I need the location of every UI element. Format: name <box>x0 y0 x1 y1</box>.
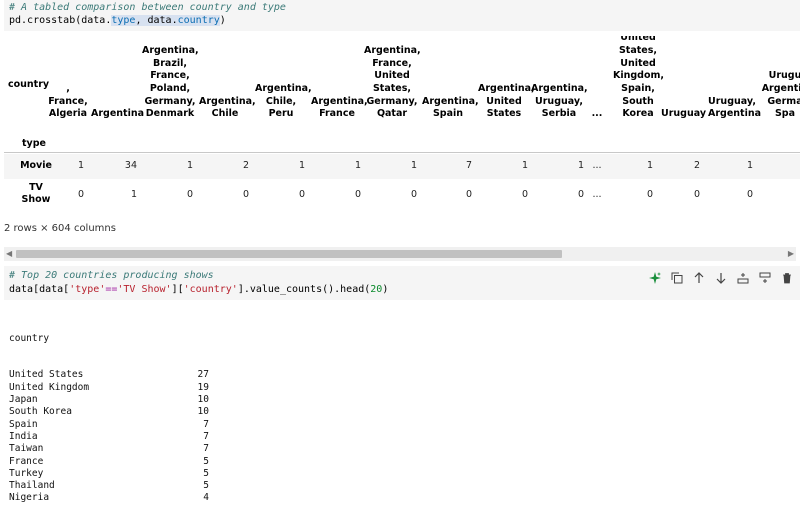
table-cell: 0 <box>242 189 249 200</box>
column-header: Argentina, Spain <box>422 95 479 120</box>
table-cell: 0 <box>77 189 84 200</box>
column-header: Uruguay, Argentina <box>708 95 762 120</box>
list-item: Turkey 5 <box>9 468 209 480</box>
list-item: India 7 <box>9 431 209 443</box>
country-count: 5 <box>203 480 209 492</box>
code-line[interactable]: pd.crosstab(data.type, data.country) <box>9 15 226 27</box>
country-count: 4 <box>203 492 209 504</box>
code-cell-top-countries[interactable]: # Top 20 countries producing shows data[… <box>4 266 800 300</box>
country-count: 5 <box>203 455 209 467</box>
index-name-label: type <box>22 138 46 149</box>
code-cell-crosstab[interactable]: # A tabled comparison between country an… <box>4 0 800 31</box>
table-cell: 0 <box>521 189 528 200</box>
table-cell: 7 <box>465 160 472 171</box>
table-cell: 0 <box>746 189 753 200</box>
column-header: Argentina, Chile <box>199 95 256 120</box>
table-shape-note: 2 rows × 604 columns <box>4 223 116 234</box>
country-name: South Korea <box>9 406 72 418</box>
list-item: United States 27 <box>9 369 209 381</box>
table-cell: 1 <box>186 160 193 171</box>
table-cell: 2 <box>693 160 700 171</box>
column-header: , France, Algeria <box>48 82 88 120</box>
table-cell: 2 <box>242 160 249 171</box>
country-count: 7 <box>203 418 209 430</box>
column-header: Argentina, Uruguay, Serbia <box>531 82 588 120</box>
column-header: Argentina, Chile, Peru <box>255 82 312 120</box>
scrollbar-thumb[interactable] <box>16 250 562 258</box>
scroll-right-icon[interactable]: ▶ <box>788 249 794 259</box>
scroll-left-icon[interactable]: ◀ <box>6 249 12 259</box>
country-name: France <box>9 455 44 467</box>
arrow-up-icon[interactable] <box>691 271 706 286</box>
country-name: Spain <box>9 418 38 430</box>
output-header-row: country <box>9 332 50 344</box>
table-cell: 0 <box>186 189 193 200</box>
table-cell: ... <box>592 160 602 171</box>
column-header: Argentina, Brazil, France, Poland, Germa… <box>142 44 199 120</box>
table-cell: 1 <box>410 160 417 171</box>
table-cell: 1 <box>298 160 305 171</box>
list-item: Spain 7 <box>9 419 209 431</box>
table-cell: 1 <box>77 160 84 171</box>
table-cell: 1 <box>646 160 653 171</box>
columns-name-label: country <box>8 79 50 90</box>
country-name: Thailand <box>9 480 55 492</box>
table-cell: 0 <box>693 189 700 200</box>
table-cell: ... <box>592 189 602 200</box>
table-cell: 0 <box>354 189 361 200</box>
list-item: Nigeria 4 <box>9 492 209 504</box>
column-header: Argentina, United States <box>478 82 535 120</box>
list-item: Japan 10 <box>9 394 209 406</box>
country-count: 10 <box>197 394 209 406</box>
list-item: Taiwan 7 <box>9 443 209 455</box>
column-header: Urugu Argentin Germa Spa <box>761 70 800 120</box>
column-header: Argentina, France, United States, German… <box>364 44 421 120</box>
country-count: 27 <box>197 369 209 381</box>
value-counts-output: country United States 27 United Kingdom 19 J… <box>9 308 209 517</box>
country-name: Taiwan <box>9 443 44 455</box>
header-divider <box>4 152 800 153</box>
horizontal-scrollbar[interactable]: ◀ ▶ <box>4 247 796 261</box>
list-item: South Korea 10 <box>9 406 209 418</box>
column-header: Argentina <box>91 108 145 120</box>
column-header: Argentina, France <box>311 95 368 120</box>
country-count: 19 <box>197 381 209 393</box>
table-cell: 0 <box>646 189 653 200</box>
list-item: United Kingdom 19 <box>9 382 209 394</box>
code-line[interactable]: data[data['type'=='TV Show']['country'].… <box>9 284 388 296</box>
code-comment: # Top 20 countries producing shows <box>9 270 214 281</box>
country-count: 7 <box>203 443 209 455</box>
country-name: United Kingdom <box>9 381 90 393</box>
column-header: ... <box>591 108 603 120</box>
country-name: India <box>9 430 38 442</box>
table-cell: 1 <box>130 189 137 200</box>
column-header: Uruguay <box>661 108 707 120</box>
insert-above-icon[interactable] <box>757 271 772 286</box>
trash-icon[interactable] <box>779 271 794 286</box>
country-count: 5 <box>203 467 209 479</box>
crosstab-table: country type , France, Algeria Argentina Ar… <box>0 36 800 216</box>
country-name: Nigeria <box>9 492 50 504</box>
table-cell: 0 <box>465 189 472 200</box>
table-cell: 34 <box>124 160 137 171</box>
list-item: France 5 <box>9 456 209 468</box>
copy-icon[interactable] <box>669 271 684 286</box>
country-count: 10 <box>197 406 209 418</box>
table-cell: 1 <box>521 160 528 171</box>
list-item: Thailand 5 <box>9 480 209 492</box>
country-count: 7 <box>203 430 209 442</box>
code-comment: # A tabled comparison between country an… <box>9 2 286 13</box>
country-name: Turkey <box>9 467 44 479</box>
country-name: United States <box>9 369 84 381</box>
table-cell: 1 <box>746 160 753 171</box>
insert-below-icon[interactable] <box>735 271 750 286</box>
table-cell: 1 <box>354 160 361 171</box>
sparkle-icon[interactable] <box>647 271 662 286</box>
table-cell: 0 <box>410 189 417 200</box>
column-header: United States, United Kingdom, Spain, So… <box>613 36 665 120</box>
arrow-down-icon[interactable] <box>713 271 728 286</box>
cell-toolbar <box>647 270 794 286</box>
table-cell: 0 <box>298 189 305 200</box>
country-name: Japan <box>9 394 38 406</box>
